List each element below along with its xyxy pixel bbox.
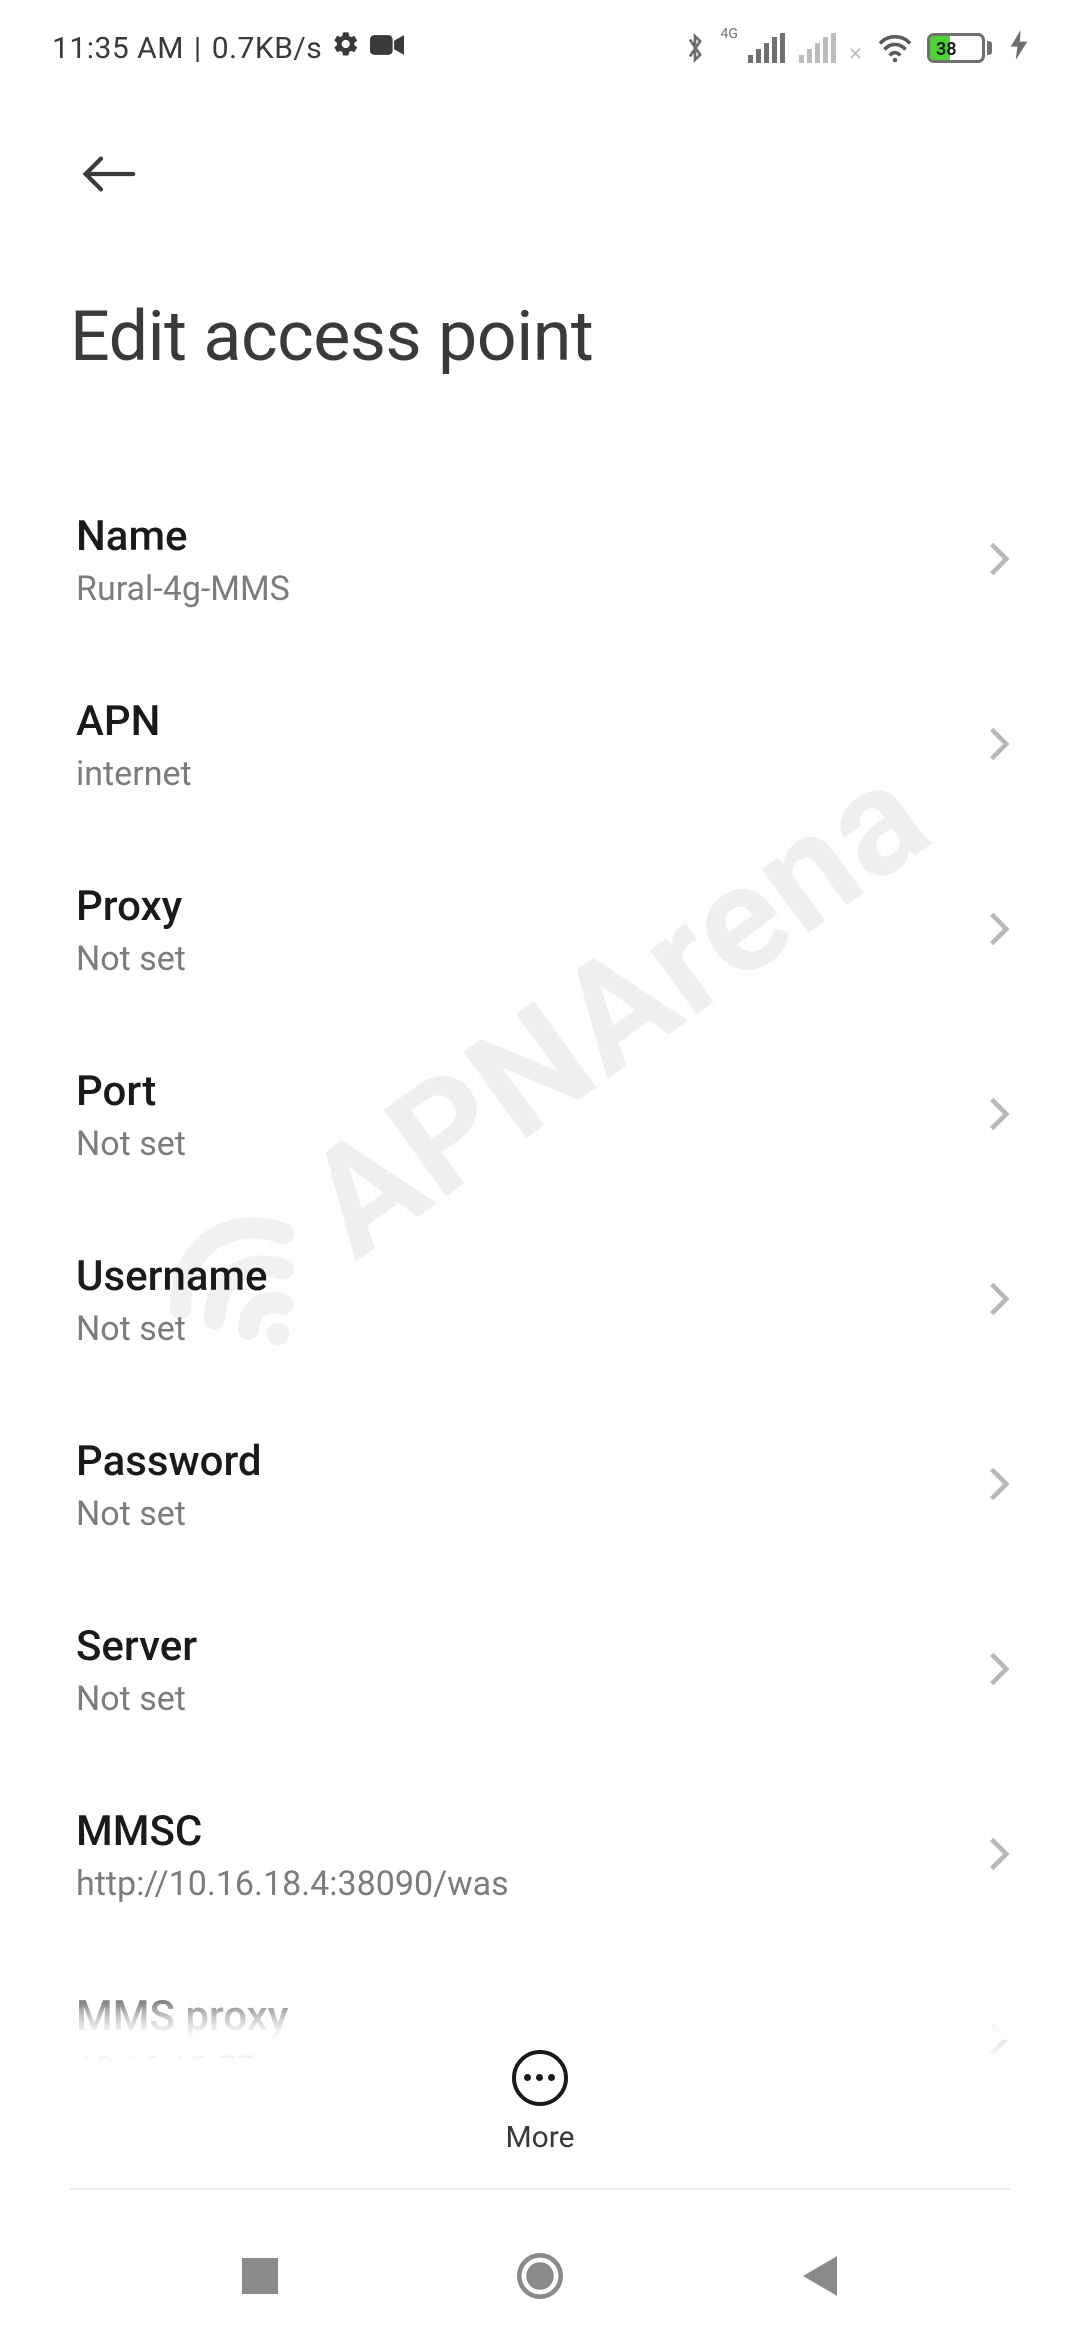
chevron-right-icon <box>988 725 1010 767</box>
chevron-right-icon <box>988 1280 1010 1322</box>
square-icon <box>242 2258 278 2294</box>
nav-recent-button[interactable] <box>220 2236 300 2316</box>
setting-label: Proxy <box>76 882 186 931</box>
status-bar: 11:35 AM | 0.7KB/s 4G ✕ 38 <box>0 0 1080 78</box>
setting-label: Server <box>76 1622 197 1671</box>
signal-no-service-icon: ✕ <box>848 44 863 65</box>
setting-value: Rural-4g-MMS <box>76 569 290 609</box>
chevron-right-icon <box>988 910 1010 952</box>
bluetooth-icon <box>683 31 707 65</box>
settings-list: Name Rural-4g-MMS APN internet Proxy Not… <box>0 468 1080 2133</box>
battery-icon: 38 <box>927 33 992 63</box>
setting-value: http://10.16.18.4:38090/was <box>76 1864 509 1904</box>
setting-row-proxy[interactable]: Proxy Not set <box>70 838 1010 1023</box>
camera-icon <box>370 31 404 66</box>
signal-bars-secondary-icon <box>799 33 836 63</box>
setting-value: Not set <box>76 939 186 979</box>
chevron-right-icon <box>988 1835 1010 1877</box>
page-title: Edit access point <box>70 296 1010 378</box>
chevron-right-icon <box>988 540 1010 582</box>
battery-level: 38 <box>936 39 957 60</box>
setting-row-port[interactable]: Port Not set <box>70 1023 1010 1208</box>
setting-row-mmsc[interactable]: MMSC http://10.16.18.4:38090/was <box>70 1763 1010 1948</box>
setting-row-server[interactable]: Server Not set <box>70 1578 1010 1763</box>
setting-value: Not set <box>76 1494 262 1534</box>
status-net-speed: 0.7KB/s <box>212 31 323 66</box>
setting-label: APN <box>76 697 192 746</box>
back-button[interactable] <box>76 142 140 206</box>
status-separator: | <box>194 31 202 66</box>
setting-label: MMSC <box>76 1807 509 1856</box>
chevron-right-icon <box>988 1650 1010 1692</box>
wifi-icon <box>877 33 913 63</box>
triangle-left-icon <box>803 2256 837 2296</box>
chevron-right-icon <box>988 1095 1010 1137</box>
setting-row-name[interactable]: Name Rural-4g-MMS <box>70 468 1010 653</box>
chevron-right-icon <box>988 1465 1010 1507</box>
setting-label: Name <box>76 512 290 561</box>
setting-label: Port <box>76 1067 186 1116</box>
setting-label: Username <box>76 1252 268 1301</box>
nav-back-button[interactable] <box>780 2236 860 2316</box>
bottom-menu: More <box>0 2002 1080 2202</box>
setting-row-apn[interactable]: APN internet <box>70 653 1010 838</box>
charging-bolt-icon <box>1010 30 1028 67</box>
more-button[interactable]: More <box>505 2050 574 2155</box>
arrow-left-icon <box>80 154 136 194</box>
setting-value: Not set <box>76 1124 186 1164</box>
setting-row-password[interactable]: Password Not set <box>70 1393 1010 1578</box>
setting-value: internet <box>76 754 192 794</box>
signal-4g-label: 4G <box>721 26 738 42</box>
circle-icon <box>517 2253 563 2299</box>
more-label: More <box>505 2120 574 2155</box>
gear-icon <box>332 30 360 66</box>
more-icon <box>512 2050 568 2106</box>
setting-label: Password <box>76 1437 262 1486</box>
nav-home-button[interactable] <box>500 2236 580 2316</box>
system-nav-bar <box>0 2212 1080 2340</box>
setting-value: Not set <box>76 1309 268 1349</box>
divider <box>70 2188 1010 2190</box>
status-time: 11:35 AM <box>52 31 184 66</box>
setting-row-username[interactable]: Username Not set <box>70 1208 1010 1393</box>
setting-value: Not set <box>76 1679 197 1719</box>
signal-bars-primary-icon <box>748 33 785 63</box>
